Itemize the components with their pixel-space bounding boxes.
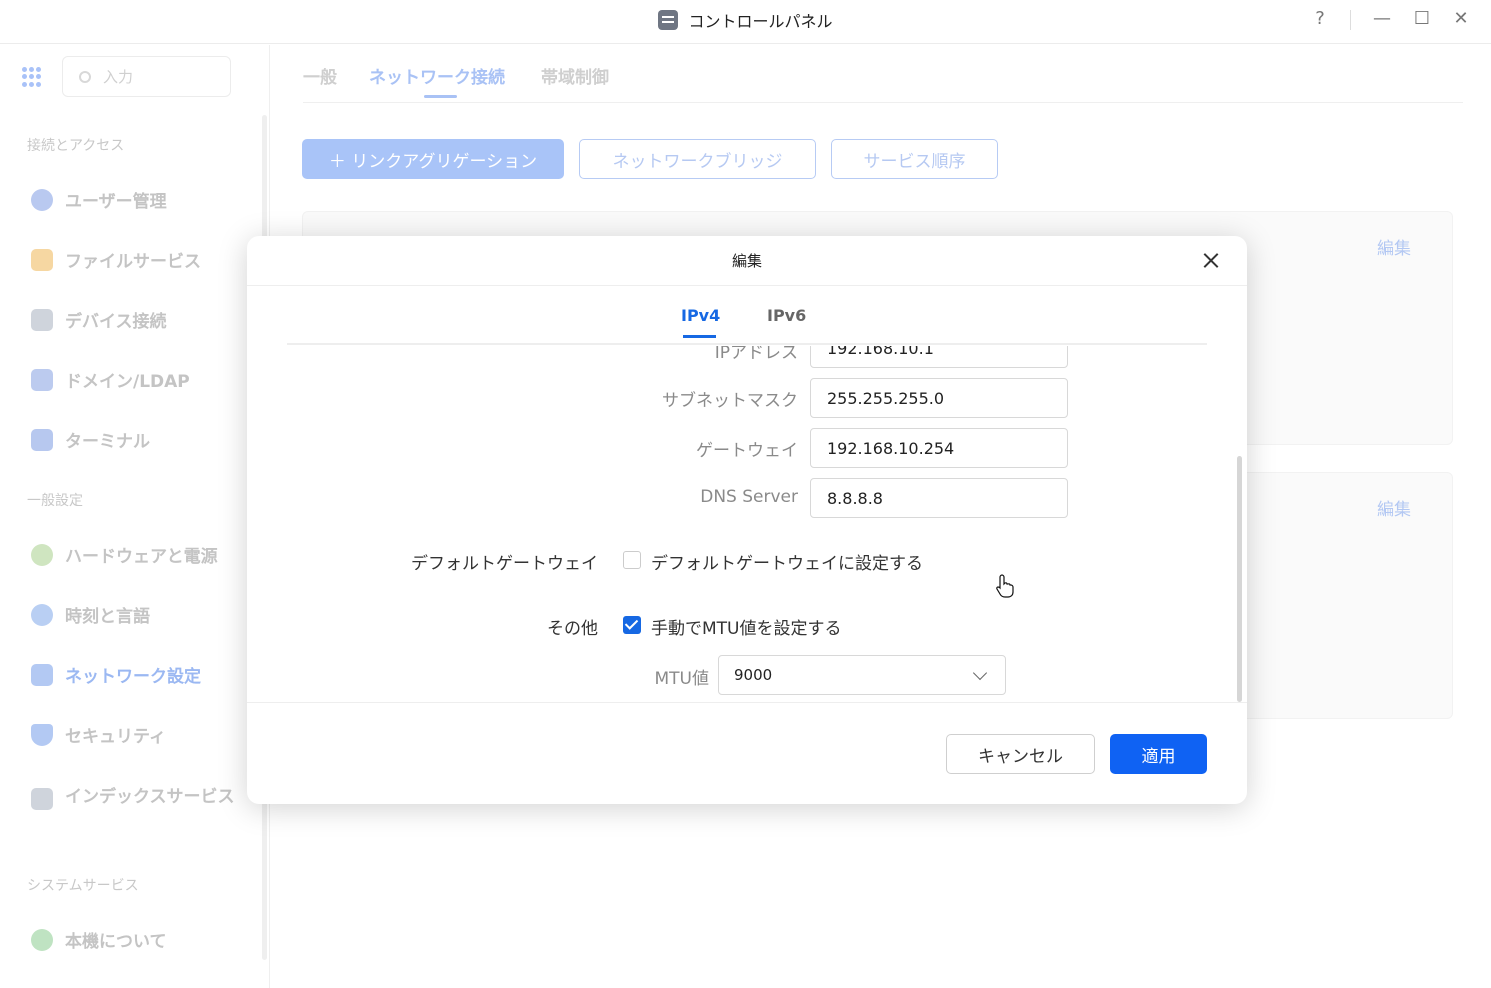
edit-link-2[interactable]: 編集 [1377, 495, 1411, 520]
sidebar-search [62, 56, 231, 97]
dialog-title: 編集 [731, 252, 762, 270]
service-order-button[interactable]: サービス順序 [831, 139, 998, 179]
tab-ipv4[interactable]: IPv4 [681, 306, 720, 325]
dialog-header: 編集 [247, 236, 1247, 286]
close-window-icon[interactable]: ✕ [1449, 8, 1473, 29]
help-icon[interactable]: ? [1308, 8, 1332, 29]
network-icon [31, 663, 53, 686]
sidebar-item-security[interactable]: セキュリティ [31, 722, 166, 747]
device-icon [31, 308, 53, 331]
sidebar-item-label: インデックスサービス [65, 787, 235, 807]
dialog-body: IPアドレス サブネットマスク ゲートウェイ DNS Server デフォルトゲ… [247, 346, 1247, 702]
window-title: コントロールパネル [688, 12, 833, 31]
minimize-icon[interactable]: — [1370, 8, 1394, 29]
ipv4-tab-underline [683, 335, 716, 338]
tab-underline [424, 95, 457, 98]
sidebar-item-file-service[interactable]: ファイルサービス [31, 247, 201, 272]
section-system: システムサービス [27, 878, 139, 894]
sidebar-item-label: ターミナル [65, 432, 150, 452]
sidebar-item-label: セキュリティ [65, 727, 166, 747]
sidebar-item-time[interactable]: 時刻と言語 [31, 602, 150, 627]
folder-icon [31, 248, 53, 271]
globe-icon [31, 603, 53, 626]
gateway-input[interactable] [810, 428, 1068, 468]
section-connection: 接続とアクセス [27, 138, 125, 154]
terminal-icon [31, 428, 53, 451]
ip-address-label: IPアドレス [714, 346, 798, 363]
sidebar-item-domain[interactable]: ドメイン/LDAP [31, 367, 190, 392]
sidebar-item-terminal[interactable]: ターミナル [31, 427, 150, 452]
tab-bandwidth[interactable]: 帯域制御 [541, 63, 609, 88]
info-icon [31, 928, 53, 951]
sidebar-item-label: ファイルサービス [65, 252, 201, 272]
apply-button[interactable]: 適用 [1110, 734, 1207, 774]
dialog-footer: キャンセル 適用 [247, 702, 1247, 804]
ip-address-input[interactable] [810, 346, 1068, 368]
mtu-label: MTU値 [654, 669, 710, 689]
sidebar-item-label: 本機について [65, 932, 167, 952]
sidebar-item-about[interactable]: 本機について [31, 927, 167, 952]
mtu-select-value: 9000 [734, 666, 773, 684]
hand-cursor-icon [996, 574, 1014, 598]
domain-icon [31, 368, 53, 391]
default-gateway-checkbox[interactable] [623, 551, 641, 569]
edit-link-1[interactable]: 編集 [1377, 234, 1411, 259]
sidebar-item-label: デバイス接続 [65, 312, 167, 332]
default-gateway-checkbox-label[interactable]: デフォルトゲートウェイに設定する [651, 549, 923, 574]
tab-ipv6[interactable]: IPv6 [767, 306, 806, 325]
search-input[interactable] [103, 67, 213, 86]
subnet-mask-input[interactable] [810, 378, 1068, 418]
sidebar-item-label: ネットワーク設定 [65, 667, 201, 687]
section-general: 一般設定 [27, 493, 83, 509]
maximize-icon[interactable]: ☐ [1410, 8, 1434, 29]
default-gateway-label: デフォルトゲートウェイ [411, 554, 598, 574]
sidebar-item-label: ドメイン/LDAP [65, 372, 190, 392]
sidebar-item-label: 時刻と言語 [65, 607, 150, 627]
chevron-down-icon [972, 665, 988, 681]
control-panel-icon [658, 10, 679, 30]
manual-mtu-checkbox-label[interactable]: 手動でMTU値を設定する [651, 614, 842, 639]
sidebar: 接続とアクセス ユーザー管理 ファイルサービス デバイス接続 ドメイン/LDAP… [0, 45, 270, 988]
hardware-icon [31, 543, 53, 566]
tab-general[interactable]: 一般 [303, 63, 337, 88]
title-bar: コントロールパネル ? — ☐ ✕ [0, 0, 1491, 44]
manual-mtu-checkbox[interactable] [623, 616, 641, 634]
close-icon[interactable] [1199, 249, 1223, 273]
apps-grid-icon[interactable] [22, 67, 42, 87]
sidebar-item-index[interactable]: インデックスサービス [31, 782, 235, 812]
window-title-area: コントロールパネル [0, 0, 1491, 40]
dns-server-label: DNS Server [700, 487, 798, 507]
cancel-button[interactable]: キャンセル [946, 734, 1095, 774]
search-icon [79, 70, 91, 83]
sidebar-item-users[interactable]: ユーザー管理 [31, 187, 167, 212]
network-bridge-button[interactable]: ネットワークブリッジ [579, 139, 816, 179]
tab-network-connection[interactable]: ネットワーク接続 [369, 63, 505, 88]
sidebar-item-label: ハードウェアと電源 [65, 547, 218, 567]
index-icon [31, 788, 53, 810]
sidebar-item-network[interactable]: ネットワーク設定 [31, 662, 201, 687]
dns-server-input[interactable] [810, 478, 1068, 518]
sidebar-item-label: ユーザー管理 [65, 192, 167, 212]
divider [1350, 10, 1351, 30]
shield-icon [31, 723, 53, 746]
user-icon [31, 188, 53, 211]
sidebar-item-device[interactable]: デバイス接続 [31, 307, 167, 332]
main-tabs: 一般 ネットワーク接続 帯域制御 [303, 45, 1463, 103]
subnet-mask-label: サブネットマスク [662, 391, 798, 411]
link-aggregation-button[interactable]: ＋ リンクアグリゲーション [302, 139, 564, 179]
ip-version-tabs: IPv4 IPv6 [287, 286, 1207, 345]
sidebar-item-hardware[interactable]: ハードウェアと電源 [31, 542, 218, 567]
gateway-label: ゲートウェイ [696, 441, 798, 461]
dialog-scrollbar[interactable] [1237, 456, 1242, 702]
edit-dialog: 編集 IPv4 IPv6 IPアドレス サブネットマスク ゲートウェイ DNS … [247, 236, 1247, 804]
other-label: その他 [547, 619, 598, 639]
mtu-select[interactable]: 9000 [718, 655, 1006, 695]
